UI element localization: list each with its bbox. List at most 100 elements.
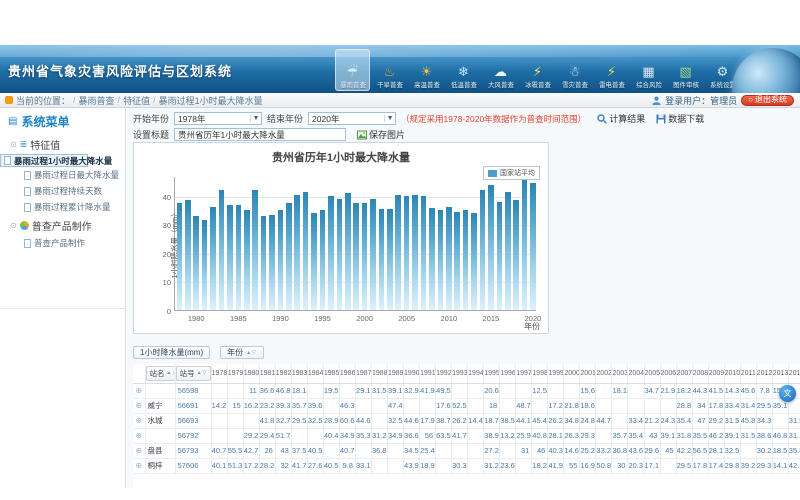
value-cell: 37.5 [291, 443, 307, 458]
year-column-header[interactable]: 2007 [676, 364, 692, 383]
year-column-header[interactable]: 2008 [692, 364, 708, 383]
year-column-header[interactable]: 1988 [371, 364, 387, 383]
value-cell: 27.6 [307, 458, 323, 473]
row-expander-icon[interactable]: ⊕ [133, 383, 145, 398]
sort-header-box[interactable]: 站名▲▽ [146, 366, 176, 381]
chart-bar [320, 210, 326, 310]
breadcrumb-item[interactable]: 暴雨普查 [79, 94, 115, 107]
year-column-header[interactable]: 2002 [596, 364, 612, 383]
year-column-header[interactable]: 2006 [660, 364, 676, 383]
nav-item-hail[interactable]: ⚡冰雹普查 [520, 49, 555, 91]
year-column-header[interactable]: 1987 [355, 364, 371, 383]
year-column-header[interactable]: 1984 [307, 364, 323, 383]
year-column-header[interactable]: 1995 [484, 364, 500, 383]
year-column-header[interactable]: 2000 [564, 364, 580, 383]
x-tick-label: 2005 [392, 314, 422, 323]
sidebar-item[interactable]: 暴雨过程1小时最大降水量 [0, 154, 88, 167]
tree-toggle-icon[interactable]: ⊙ [10, 221, 17, 230]
sidebar-group-0[interactable]: ⊙≣特征值 [0, 134, 125, 154]
station-id-cell: 57606 [175, 458, 211, 473]
value-cell: 28.1 [548, 428, 564, 443]
sidebar-item[interactable]: 暴雨过程日最大降水量 [0, 167, 125, 183]
app-header: 贵州省气象灾害风险评估与区划系统 ☔暴雨普查♨干旱普查☀高温普查❄低温普查☁大风… [0, 45, 800, 93]
year-column-header[interactable]: 1978 [211, 364, 227, 383]
year-column-header[interactable]: 1979 [227, 364, 243, 383]
station-name-header[interactable]: 站名▲▽ [145, 364, 175, 383]
set-title-label: 设置标题 [133, 128, 169, 141]
sort-header-box[interactable]: 站号▲▽ [176, 366, 212, 381]
year-column-header[interactable]: 1997 [516, 364, 532, 383]
breadcrumb-item[interactable]: 特征值 [123, 94, 150, 107]
value-cell: 34.7 [644, 383, 660, 398]
measure-chip[interactable]: 1小时降水量(mm) [133, 346, 210, 359]
value-cell: 24.8 [580, 413, 596, 428]
value-cell: 18.9 [420, 458, 436, 473]
value-cell: 21.2 [644, 413, 660, 428]
year-column-header[interactable]: 2005 [644, 364, 660, 383]
pivot-chips: 1小时降水量(mm) 年份▲▽ [133, 346, 264, 359]
value-cell [420, 398, 436, 413]
year-column-header[interactable]: 1989 [388, 364, 404, 383]
year-column-header[interactable]: 1985 [323, 364, 339, 383]
year-column-header[interactable]: 1999 [548, 364, 564, 383]
year-column-header[interactable]: 1993 [452, 364, 468, 383]
value-cell [323, 443, 339, 458]
nav-item-map-review[interactable]: ▧图件审核 [668, 49, 703, 91]
year-column-header[interactable]: 1990 [404, 364, 420, 383]
station-id-header[interactable]: 站号▲▽ [175, 364, 211, 383]
chart-bar [269, 215, 275, 311]
nav-item-high-temp[interactable]: ☀高温普查 [409, 49, 444, 91]
tree-toggle-icon[interactable]: ⊙ [10, 140, 17, 149]
nav-item-risk[interactable]: ▦综合风险 [631, 49, 666, 91]
year-column-header[interactable]: 1994 [468, 364, 484, 383]
nav-item-wind[interactable]: ☁大风普查 [483, 49, 518, 91]
row-expander-icon[interactable]: ⊕ [133, 428, 145, 443]
download-button[interactable]: 数据下载 [656, 112, 704, 125]
year-column-header[interactable]: 1998 [532, 364, 548, 383]
year-column-header[interactable]: 1986 [339, 364, 355, 383]
chart-title-input[interactable] [174, 128, 346, 141]
year-column-header[interactable]: 1992 [436, 364, 452, 383]
sidebar-group-1[interactable]: ⊙普查产品制作 [0, 215, 125, 235]
start-year-label: 开始年份 [133, 112, 169, 125]
year-column-header[interactable]: 2011 [740, 364, 756, 383]
year-column-header[interactable]: 1981 [259, 364, 275, 383]
row-expander-icon[interactable]: ⊕ [133, 443, 145, 458]
nav-item-lightning[interactable]: ⚡雷电普查 [594, 49, 629, 91]
year-column-header[interactable]: 2010 [724, 364, 740, 383]
logout-button[interactable]: ○退出系统 [741, 95, 794, 106]
year-column-header[interactable]: 2004 [628, 364, 644, 383]
year-column-header[interactable]: 1991 [420, 364, 436, 383]
save-image-button[interactable]: 保存图片 [357, 128, 405, 141]
breadcrumb-item[interactable]: 暴雨过程1小时最大降水量 [159, 94, 263, 107]
nav-item-snow[interactable]: ☃雪灾普查 [557, 49, 592, 91]
year-column-header[interactable]: 2013 [772, 364, 788, 383]
row-expander-icon[interactable]: ⊕ [133, 413, 145, 428]
year-column-header[interactable]: 1982 [275, 364, 291, 383]
start-year-select[interactable]: 1978年▼ [174, 112, 262, 125]
value-cell: 46 [532, 443, 548, 458]
calculate-button[interactable]: 计算结果 [597, 112, 645, 125]
column-chip[interactable]: 年份▲▽ [220, 346, 264, 359]
row-expander-icon[interactable]: ⊕ [133, 458, 145, 473]
y-tick-label: 10 [153, 278, 171, 287]
table-row: ⊕桐梓5760640.151.317.228.23241.727.640.59.… [133, 458, 800, 473]
year-column-header[interactable]: 2012 [756, 364, 772, 383]
nav-item-drought[interactable]: ♨干旱普查 [372, 49, 407, 91]
end-year-select[interactable]: 2020年▼ [308, 112, 396, 125]
nav-item-rainstorm[interactable]: ☔暴雨普查 [335, 49, 370, 91]
row-expander-icon[interactable]: ⊕ [133, 398, 145, 413]
year-column-header[interactable]: 2009 [708, 364, 724, 383]
year-column-header[interactable]: 2001 [580, 364, 596, 383]
year-column-header[interactable]: 1980 [243, 364, 259, 383]
sidebar-item[interactable]: 暴雨过程累计降水量 [0, 199, 125, 215]
sidebar-item[interactable]: 暴雨过程持续天数 [0, 183, 125, 199]
floating-widget-icon[interactable]: 文 [779, 385, 796, 402]
sidebar-item[interactable]: 普查产品制作 [0, 235, 125, 251]
year-column-header[interactable]: 2014 [788, 364, 800, 383]
nav-item-low-temp[interactable]: ❄低温普查 [446, 49, 481, 91]
year-column-header[interactable]: 2003 [612, 364, 628, 383]
year-column-header[interactable]: 1996 [500, 364, 516, 383]
value-cell: 24.3 [660, 413, 676, 428]
year-column-header[interactable]: 1983 [291, 364, 307, 383]
